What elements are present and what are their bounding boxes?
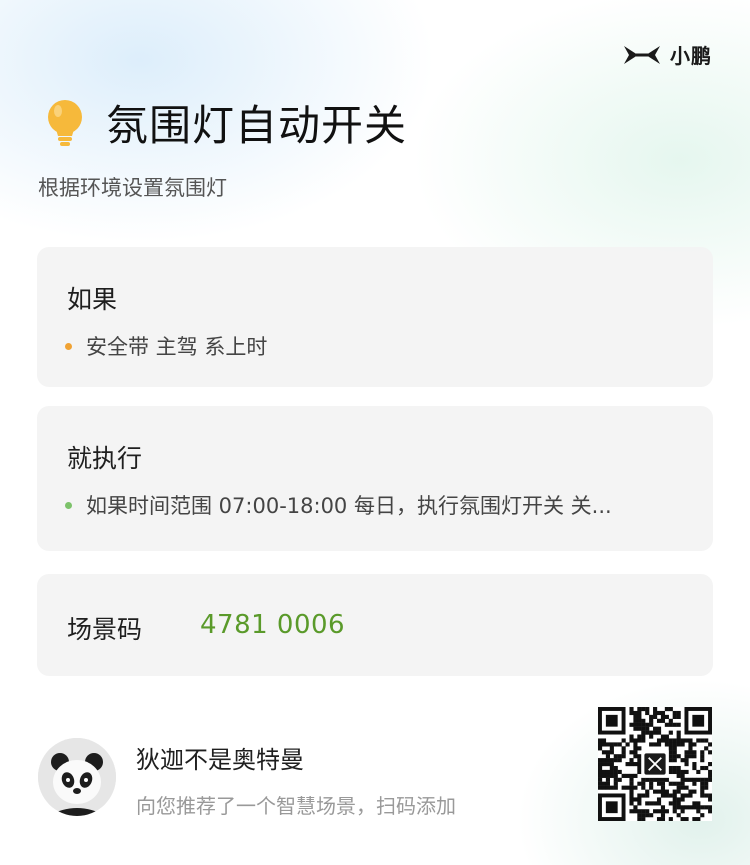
bullet-icon	[65, 501, 72, 509]
sharer-name: 狄迦不是奥特曼	[136, 746, 304, 774]
action-item: 如果时间范围 07:00-18:00 每日，执行氛围灯开关 关...	[65, 490, 695, 520]
lightbulb-icon	[48, 99, 82, 146]
condition-card: 如果 安全带 主驾 系上时	[37, 247, 713, 387]
bullet-icon	[65, 342, 72, 350]
xpeng-x-logo-icon	[624, 45, 660, 64]
condition-item-text: 安全带 主驾 系上时	[86, 335, 268, 359]
panda-avatar-icon	[38, 738, 116, 816]
condition-title: 如果	[67, 285, 118, 314]
scene-code-value[interactable]: 4781 0006	[200, 610, 345, 640]
scene-header: 氛围灯自动开关	[44, 92, 407, 153]
condition-item: 安全带 主驾 系上时	[65, 331, 267, 361]
action-item-text: 如果时间范围 07:00-18:00 每日，执行氛围灯开关 关...	[86, 494, 612, 518]
brand-logo: 小鹏	[622, 40, 712, 69]
action-title: 就执行	[67, 444, 143, 473]
page-subtitle: 根据环境设置氛围灯	[38, 176, 227, 200]
scene-code-card: 场景码 4781 0006	[37, 574, 713, 676]
page-title: 氛围灯自动开关	[106, 101, 408, 150]
action-card: 就执行 如果时间范围 07:00-18:00 每日，执行氛围灯开关 关...	[37, 406, 713, 551]
qr-code-icon[interactable]	[598, 707, 713, 822]
brand-name: 小鹏	[670, 44, 712, 68]
scene-code-label: 场景码	[67, 615, 143, 644]
share-description: 向您推荐了一个智慧场景，扫码添加	[136, 794, 456, 818]
